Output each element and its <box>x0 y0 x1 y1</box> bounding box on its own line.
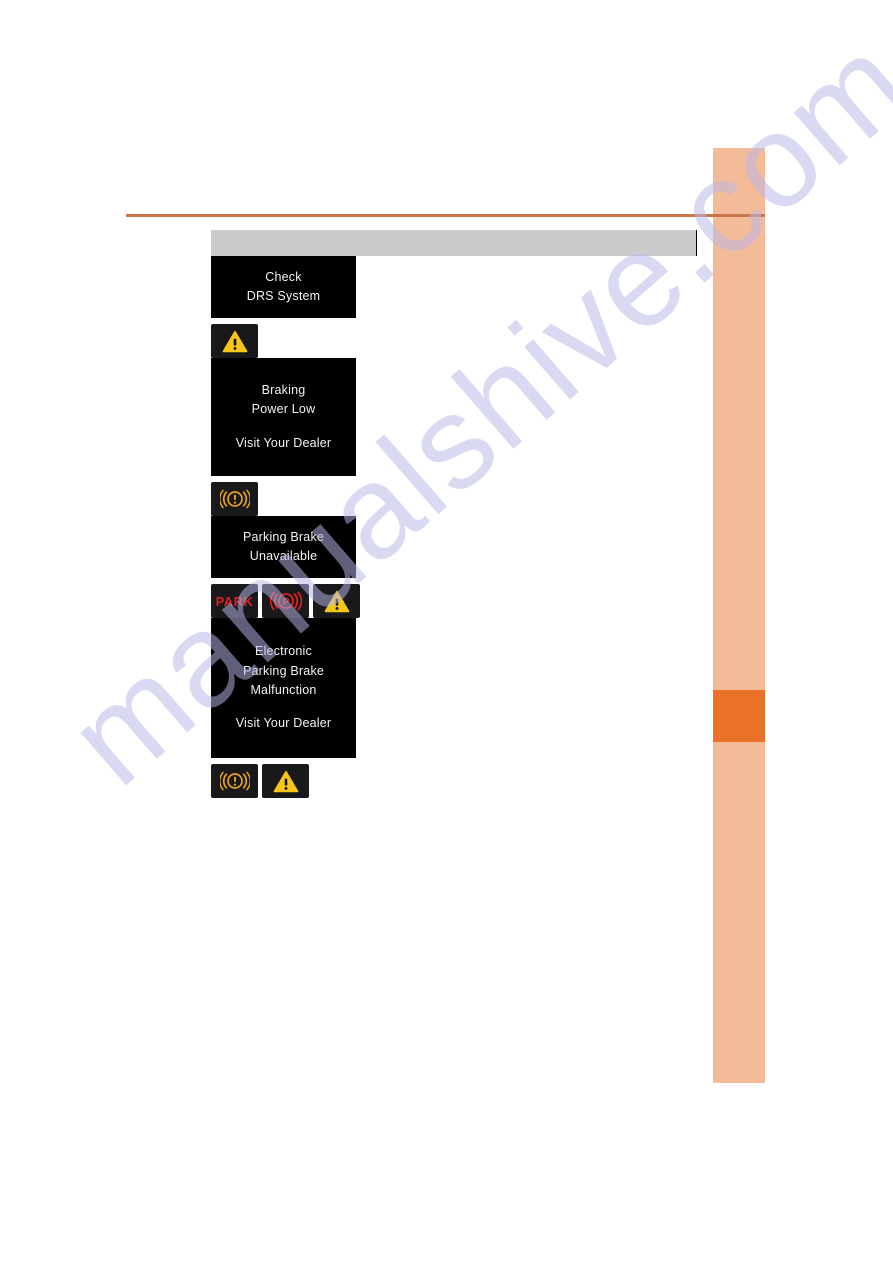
manual-page: manualshive.com Check DRS System Braking… <box>0 0 893 1263</box>
table-header-row <box>211 230 697 256</box>
row-display-cell: Parking Brake Unavailable PARK P <box>211 516 373 618</box>
row-display-cell: Braking Power Low Visit Your Dealer <box>211 358 373 516</box>
edge-index-band <box>713 148 765 1083</box>
table-row: Electronic Parking Brake Malfunction Vis… <box>211 618 697 798</box>
indicator-chip-group: PARK P <box>211 584 373 618</box>
display-line: Visit Your Dealer <box>235 716 332 731</box>
column-header-details <box>373 230 697 256</box>
table-head <box>211 230 697 256</box>
edge-index-tab <box>713 690 765 742</box>
display-line: Parking Brake <box>242 529 325 544</box>
park-text-label: PARK <box>215 593 254 609</box>
row-display-cell: Check DRS System <box>211 256 373 358</box>
display-line: Electronic <box>255 644 312 659</box>
master-warning-triangle-icon <box>313 584 360 618</box>
indicator-chip-group <box>211 764 373 798</box>
row-description-cell <box>373 358 697 516</box>
row-description-cell <box>373 516 697 618</box>
table-row: Check DRS System <box>211 256 697 358</box>
instrument-display-panel: Braking Power Low Visit Your Dealer <box>211 358 356 476</box>
instrument-display-panel: Electronic Parking Brake Malfunction Vis… <box>211 618 356 758</box>
header-rule <box>126 214 765 217</box>
warning-message-table: Check DRS System Braking Power Low Visit… <box>211 230 697 798</box>
display-line: Check <box>265 269 302 284</box>
brake-system-warning-icon <box>211 764 258 798</box>
indicator-chip-group <box>211 482 373 516</box>
table-body: Check DRS System Braking Power Low Visit… <box>211 256 697 798</box>
row-display-cell: Electronic Parking Brake Malfunction Vis… <box>211 618 373 798</box>
row-description-cell <box>373 256 697 358</box>
display-line: Visit Your Dealer <box>235 435 332 450</box>
brake-system-warning-icon <box>211 482 258 516</box>
display-line: Power Low <box>251 402 316 417</box>
table-row: Parking Brake Unavailable PARK P <box>211 516 697 618</box>
master-warning-triangle-icon <box>211 324 258 358</box>
table-row: Braking Power Low Visit Your Dealer <box>211 358 697 516</box>
instrument-display-panel: Check DRS System <box>211 256 356 318</box>
display-line: DRS System <box>246 289 321 303</box>
park-text-indicator-icon: PARK <box>211 584 258 618</box>
master-warning-triangle-icon <box>262 764 309 798</box>
display-line: Braking <box>261 382 306 397</box>
svg-text:P: P <box>282 596 289 608</box>
column-header-message <box>211 230 373 256</box>
display-line: Malfunction <box>250 683 317 697</box>
indicator-chip-group <box>211 324 373 358</box>
row-description-cell <box>373 618 697 798</box>
display-line: Parking Brake <box>242 663 325 678</box>
electric-parking-brake-icon: P <box>262 584 309 618</box>
instrument-display-panel: Parking Brake Unavailable <box>211 516 356 578</box>
display-line: Unavailable <box>249 549 318 563</box>
